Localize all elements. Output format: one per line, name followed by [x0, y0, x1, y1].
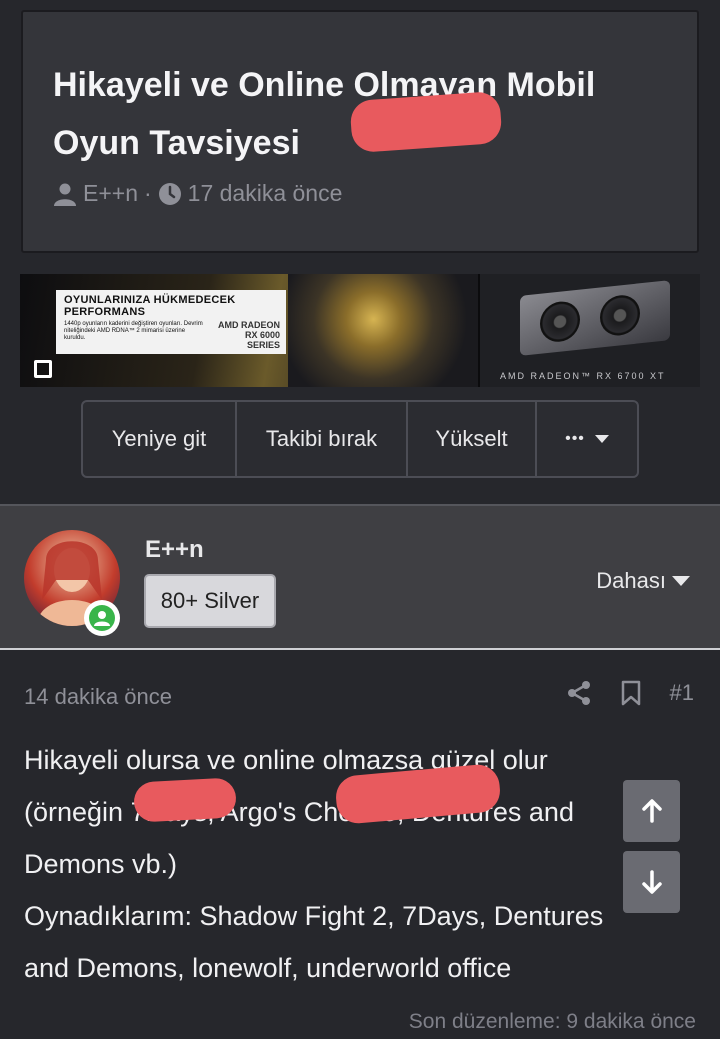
- topic-time: 17 dakika önce: [187, 180, 343, 206]
- rank-badge: 80+ Silver: [144, 574, 276, 628]
- banner-textbox: OYUNLARINIZA HÜKMEDECEK PERFORMANS 1440p…: [56, 290, 286, 354]
- online-status-icon: [84, 600, 120, 636]
- more-actions-button[interactable]: •••: [537, 402, 637, 476]
- go-to-newest-button[interactable]: Yeniye git: [83, 402, 237, 476]
- graphics-card-image: [520, 280, 670, 356]
- more-dots: •••: [565, 430, 585, 447]
- chevron-down-icon: [672, 576, 690, 586]
- arrow-down-icon: [641, 870, 662, 894]
- post-line: Hikayeli olursa ve online olmazsa güzel …: [24, 745, 548, 775]
- post-line: and Demons, lonewolf, underworld office: [24, 953, 512, 983]
- scroll-up-button[interactable]: [623, 780, 680, 842]
- more-menu-label: Dahası: [596, 568, 666, 593]
- more-menu-button[interactable]: Dahası: [596, 568, 690, 594]
- post-tools: #1: [566, 680, 694, 706]
- post-number-link[interactable]: #1: [670, 680, 694, 706]
- fan-icon: [600, 293, 640, 338]
- banner-left-panel: OYUNLARINIZA HÜKMEDECEK PERFORMANS 1440p…: [20, 274, 478, 387]
- fan-icon: [540, 299, 580, 344]
- last-edited-note: Son düzenleme: 9 dakika önce: [408, 1010, 696, 1033]
- banner-right-panel: AMD RADEON™ RX 6700 XT: [478, 274, 700, 387]
- post-author-header: E++n 80+ Silver Dahası: [0, 504, 720, 650]
- banner-brand: AMD RADEON RX 6000 SERIES: [218, 320, 280, 350]
- topic-header-card: Hikayeli ve Online Olmayan Mobil Oyun Ta…: [21, 10, 699, 253]
- clock-icon: [158, 182, 181, 205]
- chevron-down-icon: [594, 435, 609, 443]
- scroll-down-button[interactable]: [623, 851, 680, 913]
- post-line: Demons vb.): [24, 849, 178, 879]
- meta-separator: ·: [144, 180, 152, 206]
- post-content: Hikayeli olursa ve online olmazsa güzel …: [24, 734, 664, 994]
- topic-author[interactable]: E++n: [83, 180, 138, 207]
- post-author-name[interactable]: E++n: [145, 536, 204, 564]
- topic-action-bar: Yeniye git Takibi bırak Yükselt •••: [81, 400, 639, 478]
- banner-caption: AMD RADEON™ RX 6700 XT: [500, 371, 666, 381]
- post-line: Oynadıklarım: Shadow Fight 2, 7Days, Den…: [24, 901, 604, 931]
- amd-logo-icon: [34, 360, 52, 378]
- unfollow-button[interactable]: Takibi bırak: [237, 402, 408, 476]
- advertisement-banner[interactable]: OYUNLARINIZA HÜKMEDECEK PERFORMANS 1440p…: [20, 274, 700, 387]
- share-icon[interactable]: [566, 680, 592, 706]
- post-timestamp: 14 dakika önce: [24, 684, 172, 709]
- banner-headline: OYUNLARINIZA HÜKMEDECEK PERFORMANS: [64, 294, 236, 318]
- redaction-mark: [349, 90, 503, 154]
- topic-meta: E++n · 17 dakika önce: [53, 180, 342, 207]
- banner-artwork: [288, 274, 478, 387]
- redaction-mark: [133, 777, 237, 823]
- bump-button[interactable]: Yükselt: [408, 402, 537, 476]
- banner-subtext: 1440p oyunların kaderini değiştiren oyun…: [64, 321, 203, 341]
- bookmark-icon[interactable]: [620, 680, 642, 706]
- user-icon: [54, 183, 76, 206]
- arrow-up-icon: [641, 799, 662, 823]
